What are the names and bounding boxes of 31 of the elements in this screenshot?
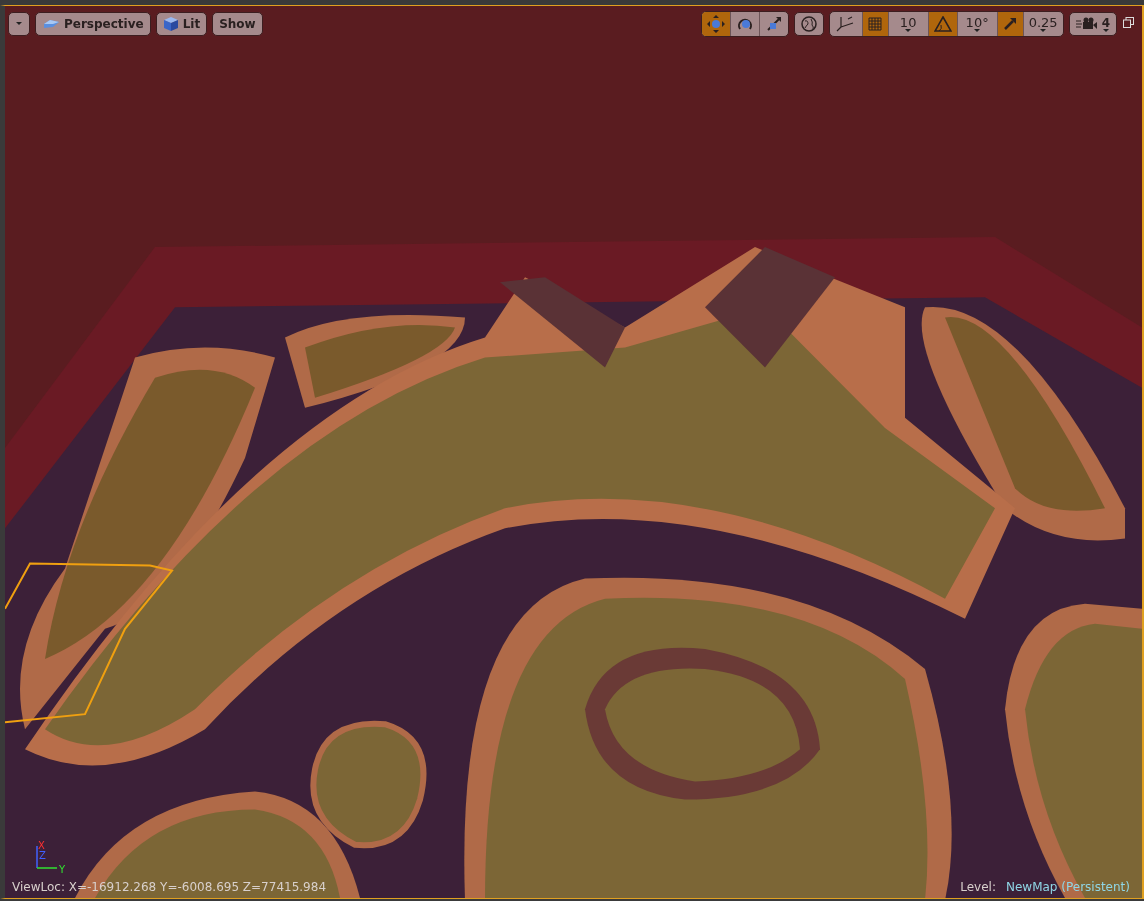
grid-icon — [868, 17, 883, 31]
move-tool-button[interactable] — [701, 12, 730, 36]
angle-snap-toggle[interactable] — [927, 12, 957, 36]
plain-button[interactable]: Show — [212, 12, 263, 36]
cube-icon — [162, 16, 179, 32]
snap-value-dropdown[interactable]: 10° — [956, 12, 997, 36]
angle-icon — [933, 16, 952, 32]
menu-button[interactable] — [8, 12, 30, 36]
maximize-icon[interactable] — [1123, 17, 1134, 28]
lit-button[interactable]: Lit — [155, 12, 208, 36]
snap-value-dropdown[interactable]: 0.25 — [1022, 12, 1063, 36]
globe-icon — [800, 16, 817, 32]
caret-icon — [1102, 28, 1109, 32]
move-icon — [706, 15, 725, 33]
world-button[interactable] — [793, 12, 824, 36]
camera-speed-button[interactable]: 4 — [1068, 12, 1117, 36]
cube-icon — [42, 18, 60, 30]
scale-snap-toggle[interactable] — [996, 12, 1023, 36]
grid-snap-toggle[interactable] — [861, 12, 888, 36]
dropdown-icon — [15, 22, 23, 26]
scale-arrow-icon — [1003, 17, 1018, 31]
caret-icon — [905, 29, 912, 32]
caret-icon — [974, 29, 981, 32]
level-name: NewMap (Persistent) — [1005, 880, 1130, 894]
level-label: Level: — [960, 880, 996, 894]
movie-camera-icon — [1075, 17, 1098, 31]
snap-value-dropdown[interactable]: 10 — [887, 12, 928, 36]
perspective-button[interactable]: Perspective — [35, 12, 151, 36]
view-location-text: ViewLoc: X=-16912.268 Y=-6008.695 Z=77415.984 — [12, 880, 326, 894]
caret-icon — [1040, 29, 1047, 32]
axis-gizmo-drawing: X Z Y — [31, 840, 67, 874]
